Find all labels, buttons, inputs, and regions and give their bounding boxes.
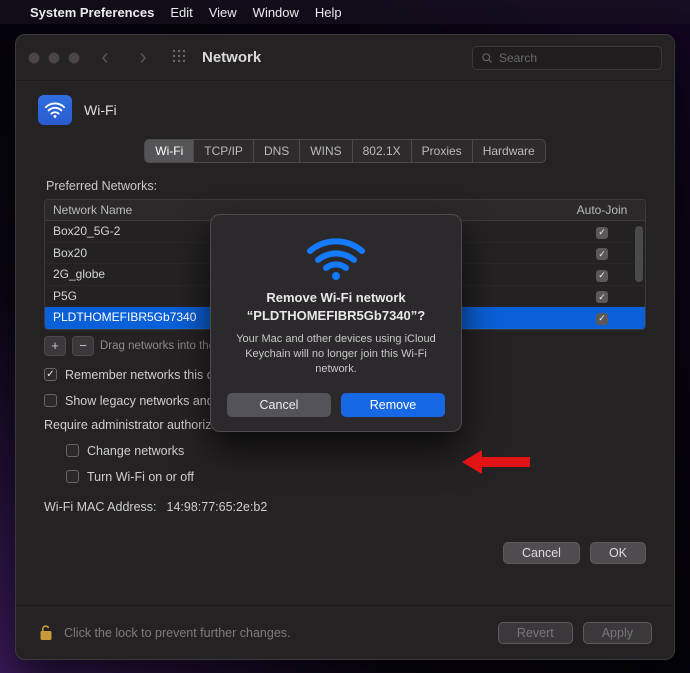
back-button[interactable] <box>92 47 118 69</box>
minimize-window-button[interactable] <box>48 52 60 64</box>
autojoin-checkbox[interactable]: ✓ <box>596 291 608 303</box>
autojoin-cell: ✓ <box>559 264 645 285</box>
grid-icon <box>172 49 186 63</box>
remove-network-dialog: Remove Wi-Fi network “PLDTHOMEFIBR5Gb734… <box>210 214 462 432</box>
wifi-header-icon <box>38 95 72 125</box>
traffic-lights <box>28 52 80 64</box>
tab-proxies[interactable]: Proxies <box>412 139 473 163</box>
pane-title: Wi-Fi <box>84 102 117 118</box>
window-titlebar: Network Search <box>16 35 674 81</box>
checkbox-icon <box>66 444 79 457</box>
mac-address-label: Wi-Fi MAC Address: <box>44 500 157 514</box>
tab-tcpip[interactable]: TCP/IP <box>194 139 254 163</box>
lock-icon[interactable] <box>38 623 54 643</box>
menu-edit[interactable]: Edit <box>170 5 192 20</box>
table-scrollbar[interactable] <box>635 226 643 282</box>
add-network-button[interactable]: + <box>44 336 66 356</box>
chevron-right-icon <box>138 53 148 63</box>
revert-button[interactable]: Revert <box>498 622 573 644</box>
tab-dns[interactable]: DNS <box>254 139 300 163</box>
checkbox-icon <box>44 368 57 381</box>
toggle-wifi-checkbox[interactable]: Turn Wi-Fi on or off <box>66 470 646 484</box>
forward-button[interactable] <box>130 47 156 69</box>
cancel-button[interactable]: Cancel <box>503 542 580 564</box>
dialog-remove-button[interactable]: Remove <box>341 393 445 417</box>
change-networks-label: Change networks <box>87 444 184 458</box>
search-input[interactable]: Search <box>472 46 662 70</box>
remove-network-button[interactable]: − <box>72 336 94 356</box>
zoom-window-button[interactable] <box>68 52 80 64</box>
menu-view[interactable]: View <box>209 5 237 20</box>
lock-hint-text: Click the lock to prevent further change… <box>64 626 291 640</box>
pane-header: Wi-Fi <box>38 95 652 125</box>
tab-hardware[interactable]: Hardware <box>473 139 546 163</box>
autojoin-checkbox[interactable]: ✓ <box>596 270 608 282</box>
dialog-body: Your Mac and other devices using iCloud … <box>227 332 445 377</box>
ok-button[interactable]: OK <box>590 542 646 564</box>
chevron-left-icon <box>100 53 110 63</box>
autojoin-checkbox[interactable]: ✓ <box>596 227 608 239</box>
wifi-icon <box>304 233 368 281</box>
dialog-cancel-button[interactable]: Cancel <box>227 393 331 417</box>
checkbox-icon <box>44 394 57 407</box>
toggle-wifi-label: Turn Wi-Fi on or off <box>87 470 194 484</box>
autojoin-cell: ✓ <box>559 243 645 264</box>
tab-8021x[interactable]: 802.1X <box>353 139 412 163</box>
annotation-arrow-icon <box>462 448 530 476</box>
tab-bar: Wi-Fi TCP/IP DNS WINS 802.1X Proxies Har… <box>38 139 652 163</box>
autojoin-checkbox[interactable]: ✓ <box>596 248 608 260</box>
autojoin-cell: ✓ <box>559 286 645 307</box>
search-icon <box>481 52 493 64</box>
sheet-buttons: Cancel OK <box>44 542 646 564</box>
autojoin-cell: ✓ <box>559 307 645 328</box>
autojoin-cell: ✓ <box>559 221 645 242</box>
tab-wifi[interactable]: Wi-Fi <box>144 139 194 163</box>
menu-help[interactable]: Help <box>315 5 342 20</box>
mac-address-row: Wi-Fi MAC Address: 14:98:77:65:2e:b2 <box>44 500 646 514</box>
autojoin-checkbox[interactable]: ✓ <box>596 313 608 325</box>
checkbox-icon <box>66 470 79 483</box>
change-networks-checkbox[interactable]: Change networks <box>66 444 646 458</box>
tab-wins[interactable]: WINS <box>300 139 352 163</box>
apply-button[interactable]: Apply <box>583 622 652 644</box>
window-title: Network <box>202 49 261 66</box>
mac-address-value: 14:98:77:65:2e:b2 <box>167 500 268 514</box>
menu-window[interactable]: Window <box>253 5 299 20</box>
app-menu[interactable]: System Preferences <box>30 5 154 20</box>
preferred-networks-label: Preferred Networks: <box>46 179 646 193</box>
search-placeholder: Search <box>499 51 537 65</box>
window-footer: Click the lock to prevent further change… <box>16 605 674 659</box>
col-auto-join[interactable]: Auto-Join <box>559 200 645 220</box>
menubar: System Preferences Edit View Window Help <box>0 0 690 24</box>
show-all-button[interactable] <box>172 49 186 66</box>
close-window-button[interactable] <box>28 52 40 64</box>
dialog-title: Remove Wi-Fi network “PLDTHOMEFIBR5Gb734… <box>227 289 445 324</box>
